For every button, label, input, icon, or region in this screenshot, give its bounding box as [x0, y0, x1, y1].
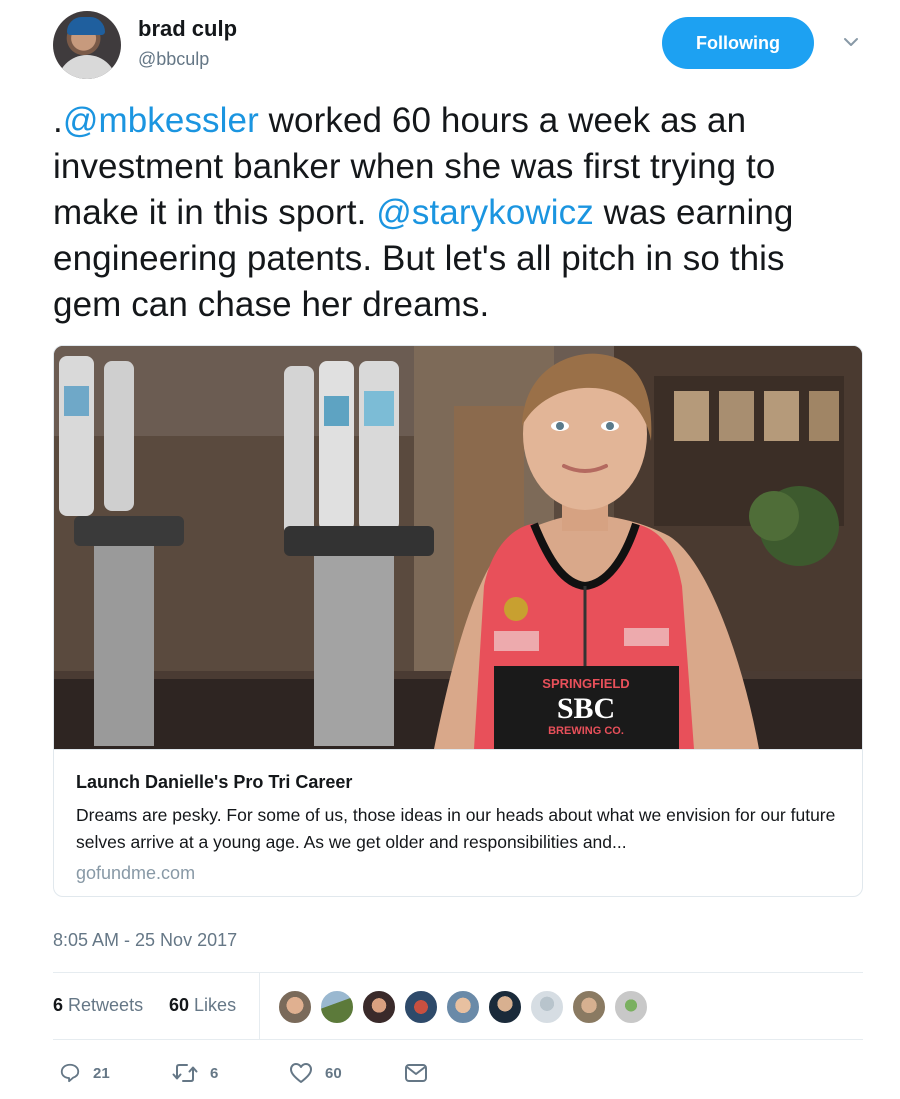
card-photo: SPRINGFIELD SBC BREWING CO. — [54, 346, 862, 749]
mention-link-starykowicz[interactable]: @starykowicz — [376, 193, 594, 232]
author-name[interactable]: brad culp — [138, 16, 237, 42]
mention-link-mbkessler[interactable]: @mbkessler — [63, 101, 259, 140]
liker-avatar[interactable] — [445, 989, 481, 1025]
reply-icon — [60, 1063, 80, 1083]
card-domain[interactable]: gofundme.com — [76, 863, 195, 884]
likes-count: 60 — [169, 995, 190, 1015]
tweet-timestamp[interactable]: 8:05 AM - 25 Nov 2017 — [53, 930, 237, 951]
stats-separator — [259, 973, 260, 1039]
retweet-button[interactable]: 6 — [172, 1061, 218, 1085]
author-avatar[interactable] — [53, 11, 121, 79]
card-description: Dreams are pesky. For some of us, those … — [76, 805, 836, 852]
card-body[interactable]: Launch Danielle's Pro Tri Career Dreams … — [54, 749, 862, 896]
reply-count: 21 — [93, 1064, 110, 1082]
jersey-text-middle: SBC — [557, 692, 615, 725]
like-button[interactable]: 60 — [289, 1061, 342, 1085]
like-count: 60 — [325, 1064, 342, 1082]
retweet-icon — [172, 1064, 198, 1082]
link-card[interactable]: SPRINGFIELD SBC BREWING CO. Launch Danie… — [53, 345, 863, 897]
tweet-actions: 21 6 60 — [53, 1055, 863, 1091]
liker-avatar[interactable] — [319, 989, 355, 1025]
tweet-text: .@mbkessler worked 60 hours a week as an… — [53, 98, 853, 328]
retweet-count: 6 — [210, 1064, 219, 1082]
divider — [53, 1039, 863, 1040]
following-button[interactable]: Following — [662, 17, 814, 69]
tweet-header: brad culp @bbculp Following — [53, 11, 863, 79]
liker-avatar[interactable] — [277, 989, 313, 1025]
liker-avatar[interactable] — [403, 989, 439, 1025]
chevron-down-icon[interactable] — [842, 33, 860, 51]
retweets-count: 6 — [53, 995, 64, 1015]
tweet-stats: 6 Retweets 60 Likes — [53, 973, 863, 1039]
likes-stat[interactable]: 60 Likes — [169, 995, 236, 1016]
jersey-text-top: SPRINGFIELD — [542, 676, 629, 691]
reply-button[interactable]: 21 — [59, 1061, 110, 1085]
liker-avatar[interactable] — [613, 989, 649, 1025]
direct-message-button[interactable] — [404, 1061, 428, 1085]
liker-avatar[interactable] — [487, 989, 523, 1025]
likes-label: Likes — [194, 995, 237, 1015]
card-title[interactable]: Launch Danielle's Pro Tri Career — [76, 772, 352, 793]
retweets-label: Retweets — [68, 995, 144, 1015]
message-icon — [405, 1064, 427, 1082]
jersey-text-bottom: BREWING CO. — [548, 725, 624, 737]
liker-avatar[interactable] — [571, 989, 607, 1025]
tweet-text-part: . — [53, 101, 63, 140]
retweets-stat[interactable]: 6 Retweets — [53, 995, 143, 1016]
liker-avatar[interactable] — [361, 989, 397, 1025]
author-handle[interactable]: @bbculp — [138, 49, 209, 70]
like-icon — [290, 1063, 312, 1083]
liker-avatar[interactable] — [529, 989, 565, 1025]
card-image[interactable]: SPRINGFIELD SBC BREWING CO. — [54, 346, 862, 749]
